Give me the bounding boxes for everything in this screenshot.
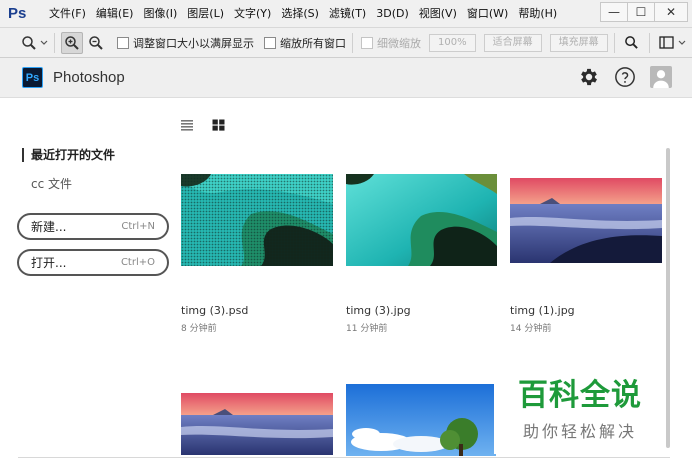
open-file-label: 打开... [31, 256, 67, 270]
grid-view-icon[interactable] [212, 119, 225, 134]
resize-windows-label: 调整窗口大小以满屏显示 [133, 36, 254, 50]
home-header: Ps Photoshop [0, 58, 692, 98]
menu-window[interactable]: 窗口(W) [462, 0, 513, 28]
scrubby-zoom-label: 细微缩放 [377, 36, 421, 50]
open-file-shortcut: Ctrl+O [120, 257, 155, 268]
recent-file-thumbnail[interactable] [346, 384, 496, 456]
checkbox-box [361, 36, 373, 49]
menu-view[interactable]: 视图(V) [414, 0, 462, 28]
separator [613, 32, 615, 53]
zoom-out-button[interactable] [85, 32, 107, 54]
menu-layer[interactable]: 图层(L) [182, 0, 229, 28]
checkbox-box [264, 36, 276, 49]
restore-button[interactable]: ☐ [627, 2, 655, 22]
zoom-in-icon [65, 35, 79, 50]
fill-screen-button[interactable]: 填充屏幕 [549, 33, 608, 52]
list-view-icon[interactable] [180, 119, 194, 134]
options-bar: 调整窗口大小以满屏显示 缩放所有窗口 细微缩放 100% 适合屏幕 填充屏幕 [0, 28, 692, 58]
zoom-all-windows-label: 缩放所有窗口 [280, 36, 346, 50]
resize-windows-checkbox[interactable]: 调整窗口大小以满屏显示 [117, 35, 254, 51]
menu-3d[interactable]: 3D(D) [371, 0, 414, 28]
separator [352, 32, 353, 53]
new-file-button[interactable]: 新建... Ctrl+N [17, 213, 169, 240]
menu-image[interactable]: 图像(I) [138, 0, 182, 28]
sea-rocks-thumbnail-image [346, 174, 497, 266]
menu-type[interactable]: 文字(Y) [229, 0, 276, 28]
sunset-coast-thumbnail-image [510, 178, 662, 263]
menu-filter[interactable]: 滤镜(T) [324, 0, 371, 28]
menu-select[interactable]: 选择(S) [276, 0, 324, 28]
photoshop-logo: Ps [8, 5, 27, 22]
recent-file-name[interactable]: timg (3).psd [181, 304, 248, 317]
scrubby-zoom-checkbox[interactable]: 细微缩放 [361, 35, 421, 51]
watermark-title: 百科全说 [518, 378, 642, 413]
tree-sky-thumbnail-image [346, 384, 496, 456]
sidebar-item-cc-files[interactable]: cc 文件 [31, 175, 72, 192]
new-file-label: 新建... [31, 220, 67, 234]
zoom-all-windows-checkbox[interactable]: 缩放所有窗口 [264, 35, 346, 51]
checkbox-box [117, 36, 129, 49]
zoom-in-button[interactable] [61, 31, 83, 54]
content-scrollbar[interactable] [666, 148, 670, 448]
close-button[interactable]: ✕ [654, 2, 688, 22]
search-icon [625, 36, 638, 49]
separator [54, 32, 55, 53]
open-file-button[interactable]: 打开... Ctrl+O [17, 249, 169, 276]
recent-file-time: 14 分钟前 [510, 324, 552, 334]
sea-rocks-thumbnail-image [181, 174, 333, 266]
recent-file-time: 11 分钟前 [346, 324, 388, 334]
watermark: 百科全说 助你轻松解决 [494, 366, 666, 454]
view-toggle [180, 119, 243, 134]
divider [18, 457, 670, 458]
recent-file-thumbnail[interactable] [346, 174, 497, 266]
help-icon[interactable] [614, 66, 636, 88]
gear-icon[interactable] [578, 66, 600, 88]
zoom-out-icon [89, 35, 103, 50]
recent-file-name[interactable]: timg (3).jpg [346, 304, 411, 317]
recent-file-thumbnail[interactable] [181, 393, 333, 455]
zoom-tool-icon [18, 32, 40, 54]
zoom-tool-preset[interactable] [18, 32, 48, 54]
header-actions [564, 66, 672, 88]
app-title: Photoshop [53, 69, 125, 86]
separator [648, 32, 650, 53]
recent-file-thumbnail[interactable] [510, 178, 662, 263]
sidebar-item-recent-files[interactable]: 最近打开的文件 [22, 148, 115, 162]
menu-help[interactable]: 帮助(H) [513, 0, 562, 28]
home-sidebar: 最近打开的文件 cc 文件 新建... Ctrl+N 打开... Ctrl+O [0, 98, 175, 458]
new-file-shortcut: Ctrl+N [121, 221, 155, 232]
recent-file-time: 8 分钟前 [181, 324, 217, 334]
workspace-icon [656, 32, 678, 54]
recent-file-name[interactable]: timg (1).jpg [510, 304, 575, 317]
chevron-down-icon [678, 36, 686, 50]
sunset-coast-thumbnail-image [181, 393, 333, 455]
workspace-switcher[interactable] [656, 32, 686, 54]
recent-file-thumbnail[interactable] [181, 174, 333, 266]
minimize-button[interactable]: — [600, 2, 628, 22]
menu-bar: Ps 文件(F) 编辑(E) 图像(I) 图层(L) 文字(Y) 选择(S) 滤… [0, 0, 692, 28]
watermark-subtitle: 助你轻松解决 [522, 422, 637, 441]
zoom-100-button[interactable]: 100% [429, 33, 476, 52]
menu-edit[interactable]: 编辑(E) [91, 0, 139, 28]
search-button[interactable] [621, 32, 643, 54]
menu-list: 文件(F) 编辑(E) 图像(I) 图层(L) 文字(Y) 选择(S) 滤镜(T… [44, 0, 562, 28]
menu-file[interactable]: 文件(F) [44, 0, 91, 28]
window-controls: — ☐ ✕ [600, 2, 688, 22]
chevron-down-icon [40, 36, 48, 50]
photoshop-app-icon: Ps [22, 67, 43, 88]
user-avatar-icon[interactable] [650, 66, 672, 88]
fit-screen-button[interactable]: 适合屏幕 [483, 33, 542, 52]
